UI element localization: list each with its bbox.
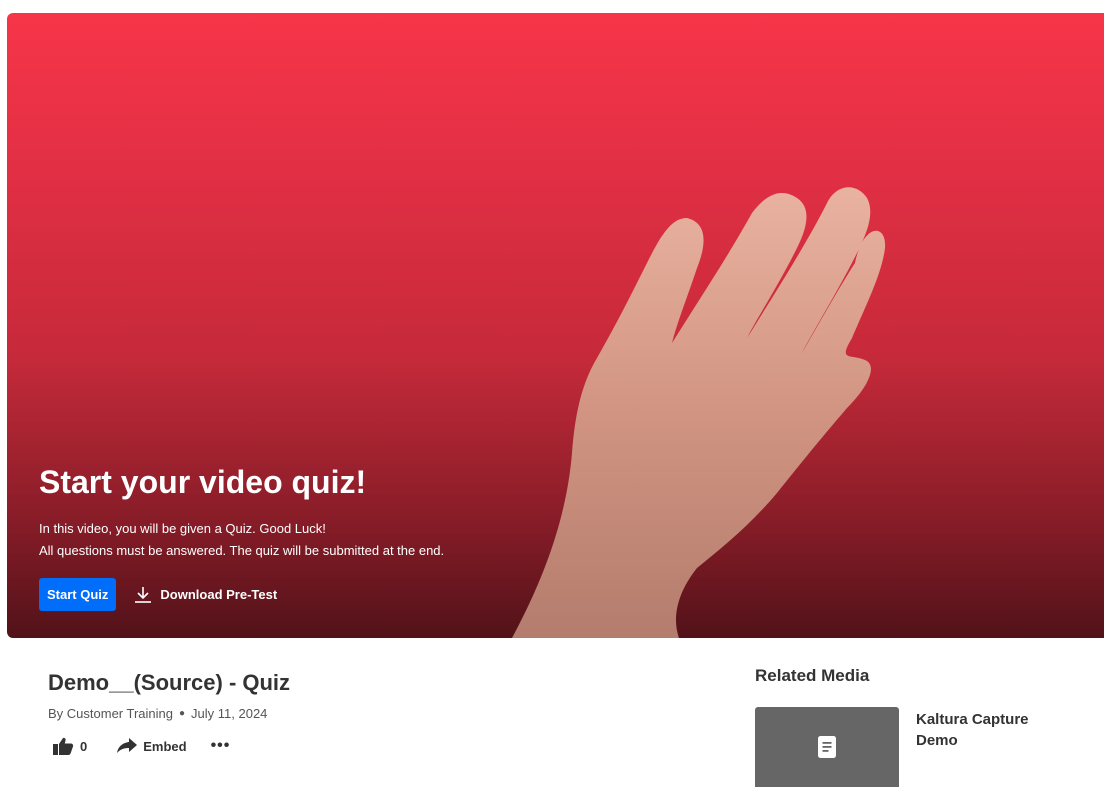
- embed-label: Embed: [143, 738, 187, 754]
- like-button[interactable]: 0: [52, 737, 87, 755]
- download-pretest-label: Download Pre-Test: [160, 587, 278, 602]
- meta-separator: ●: [179, 708, 186, 719]
- media-title: Demo__(Source) - Quiz: [48, 670, 291, 695]
- related-media-thumbnail[interactable]: [755, 707, 899, 787]
- media-actions: 0 Embed •••: [52, 737, 230, 755]
- more-options-button[interactable]: •••: [211, 738, 231, 754]
- quiz-instruction-1: In this video, you will be given a Quiz.…: [39, 521, 326, 536]
- related-media-heading: Related Media: [755, 666, 870, 685]
- document-icon: [818, 736, 836, 758]
- quiz-overlay: Start your video quiz! In this video, yo…: [39, 460, 639, 611]
- quiz-title: Start your video quiz!: [39, 464, 367, 500]
- media-date: July 11, 2024: [191, 706, 268, 721]
- thumbs-up-icon: [53, 737, 74, 755]
- share-arrow-icon: [117, 738, 138, 753]
- related-media-title[interactable]: Kaltura Capture Demo: [916, 709, 1056, 751]
- media-author[interactable]: By Customer Training: [48, 706, 173, 721]
- like-count: 0: [80, 738, 88, 754]
- download-pretest-button[interactable]: Download Pre-Test: [134, 586, 277, 604]
- embed-button[interactable]: Embed: [117, 738, 187, 754]
- download-icon: [135, 586, 152, 603]
- quiz-instruction-2: All questions must be answered. The quiz…: [39, 543, 445, 558]
- quiz-actions: Start Quiz Download Pre-Test: [39, 578, 639, 611]
- start-quiz-button[interactable]: Start Quiz: [39, 578, 117, 611]
- media-meta: By Customer Training ● July 11, 2024: [48, 706, 267, 721]
- video-player[interactable]: Start your video quiz! In this video, yo…: [7, 13, 1104, 638]
